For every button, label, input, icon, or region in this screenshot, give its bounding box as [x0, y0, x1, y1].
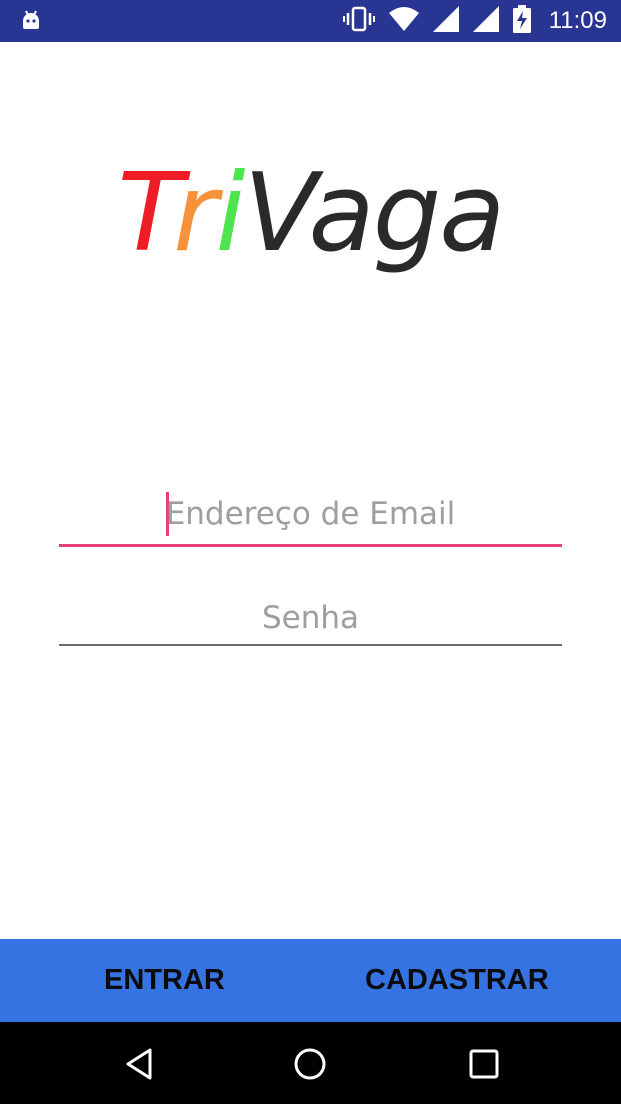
logo-letter-t: T	[117, 151, 176, 276]
status-time: 11:09	[548, 7, 607, 34]
signal-icon	[432, 6, 459, 36]
logo-letter-r: r	[173, 151, 217, 276]
vibrate-icon	[342, 6, 375, 36]
logo-letter-i: i	[215, 151, 246, 276]
back-icon[interactable]	[122, 1046, 158, 1082]
navigation-bar	[0, 1022, 621, 1104]
home-icon[interactable]	[292, 1046, 328, 1082]
signal-icon	[472, 6, 499, 36]
status-bar: 11:09	[0, 0, 621, 42]
wifi-icon	[388, 7, 419, 35]
email-field[interactable]: Endereço de Email	[59, 492, 562, 547]
password-field[interactable]: Senha	[59, 596, 562, 646]
battery-charging-icon	[512, 5, 531, 37]
email-placeholder: Endereço de Email	[165, 496, 456, 532]
app-logo: TriVaga	[0, 160, 621, 268]
enter-button[interactable]: ENTRAR	[104, 939, 225, 1022]
password-placeholder: Senha	[261, 600, 360, 636]
action-bar: ENTRAR CADASTRAR	[0, 939, 621, 1022]
logo-word-vaga: Vaga	[243, 151, 506, 276]
android-debug-icon	[20, 9, 42, 35]
recents-icon[interactable]	[466, 1046, 502, 1082]
register-button[interactable]: CADASTRAR	[365, 939, 549, 1022]
